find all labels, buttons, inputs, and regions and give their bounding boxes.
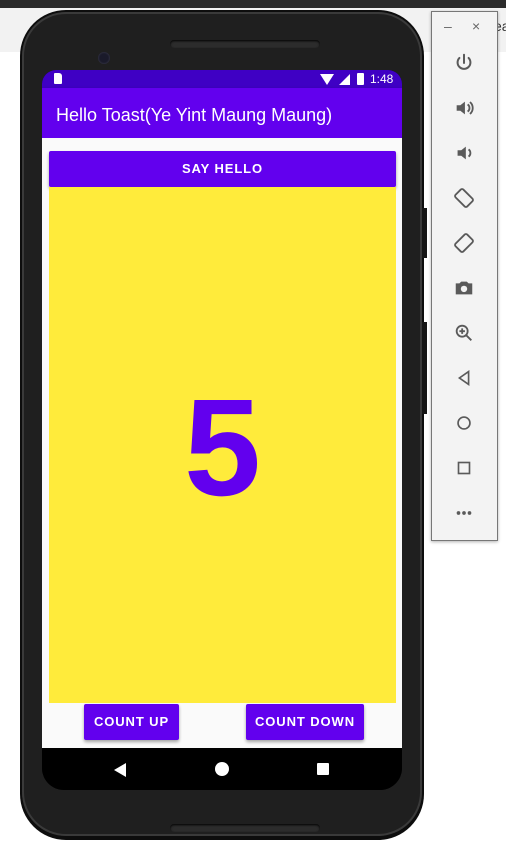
sd-card-icon	[54, 73, 62, 84]
camera-icon[interactable]	[452, 277, 476, 301]
home-icon[interactable]	[452, 412, 476, 436]
nav-back-icon[interactable]	[114, 763, 126, 777]
count-down-button[interactable]: COUNT DOWN	[246, 704, 364, 740]
app-title: Hello Toast(Ye Yint Maung Maung)	[56, 105, 333, 125]
zoom-icon[interactable]	[452, 322, 476, 346]
overview-icon[interactable]	[452, 457, 476, 481]
rotate-left-icon[interactable]	[452, 187, 476, 211]
device-volume-keys	[422, 322, 427, 414]
bottom-speaker	[170, 824, 320, 832]
device-screen: 1:48 Hello Toast(Ye Yint Maung Maung) SA…	[42, 70, 402, 790]
power-icon[interactable]	[452, 52, 476, 76]
emulator-minimize-button[interactable]: –	[444, 18, 452, 34]
app-bar: Hello Toast(Ye Yint Maung Maung)	[42, 88, 402, 138]
navigation-bar	[42, 748, 402, 790]
status-bar: 1:48	[42, 70, 402, 88]
volume-down-icon[interactable]	[452, 142, 476, 166]
count-up-button[interactable]: COUNT UP	[84, 704, 179, 740]
host-title-strip	[0, 0, 506, 8]
rotate-right-icon[interactable]	[452, 232, 476, 256]
emulator-toolbar: – ×	[431, 11, 498, 541]
nav-recents-icon[interactable]	[317, 763, 329, 775]
battery-icon	[357, 73, 364, 85]
back-icon[interactable]	[452, 367, 476, 391]
volume-up-icon[interactable]	[452, 97, 476, 121]
say-hello-button[interactable]: SAY HELLO	[49, 151, 396, 187]
wifi-icon	[320, 74, 334, 85]
status-time: 1:48	[370, 72, 394, 86]
more-icon[interactable]	[452, 502, 476, 526]
front-camera-icon	[98, 52, 110, 64]
top-speaker	[170, 40, 320, 48]
emulator-close-button[interactable]: ×	[472, 18, 480, 34]
nav-home-icon[interactable]	[215, 762, 229, 776]
device-power-key	[422, 208, 427, 258]
count-display-area: 5	[49, 187, 396, 703]
cell-signal-icon	[339, 74, 350, 85]
main-content: SAY HELLO 5 COUNT UP COUNT DOWN	[42, 138, 402, 748]
count-value: 5	[184, 371, 261, 525]
